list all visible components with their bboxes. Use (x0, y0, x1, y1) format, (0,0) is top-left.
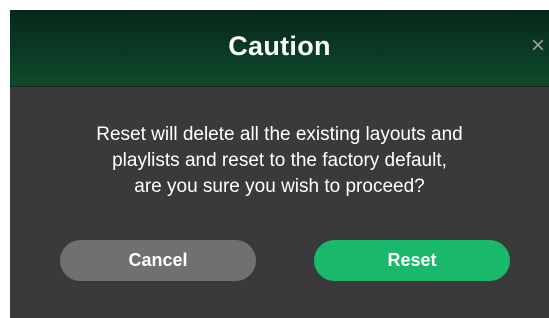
dialog-header: Caution × (10, 10, 549, 87)
dialog-message: Reset will delete all the existing layou… (50, 122, 509, 200)
reset-button[interactable]: Reset (314, 240, 510, 281)
message-line: playlists and reset to the factory defau… (112, 150, 447, 171)
cancel-button[interactable]: Cancel (60, 240, 256, 281)
caution-dialog: Caution × Reset will delete all the exis… (10, 10, 549, 318)
message-line: are you sure you wish to proceed? (134, 176, 425, 197)
message-line: Reset will delete all the existing layou… (96, 124, 463, 145)
dialog-title: Caution (228, 31, 331, 61)
close-icon[interactable]: × (531, 32, 549, 60)
